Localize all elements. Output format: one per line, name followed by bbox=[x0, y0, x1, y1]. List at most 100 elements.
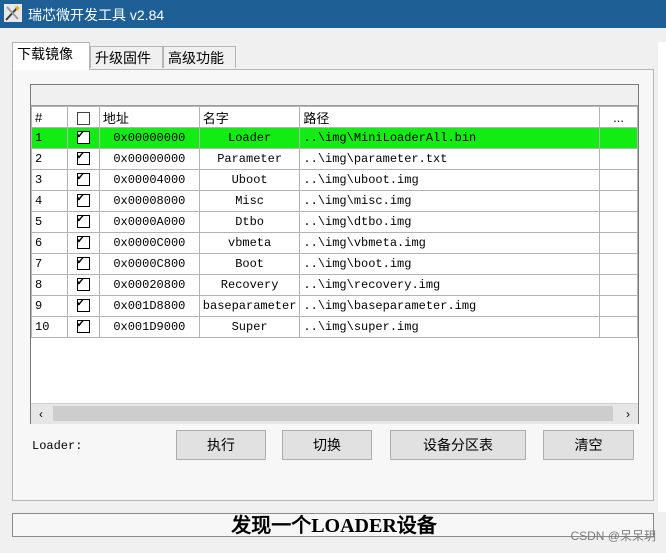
partition-table-button[interactable]: 设备分区表 bbox=[390, 430, 526, 460]
row-name[interactable]: baseparameter bbox=[198, 295, 301, 317]
row-address[interactable]: 0x00008000 bbox=[98, 190, 200, 212]
table-row[interactable]: 5 ✔ 0x0000A000 Dtbo ..\img\dtbo.img bbox=[31, 211, 638, 233]
row-address[interactable]: 0x00004000 bbox=[98, 169, 200, 191]
row-index[interactable]: 8 bbox=[31, 274, 68, 296]
row-path[interactable]: ..\img\super.img bbox=[299, 316, 601, 338]
row-name[interactable]: vbmeta bbox=[198, 232, 301, 254]
row-index[interactable]: 10 bbox=[31, 316, 68, 338]
header-path[interactable]: 路径 bbox=[299, 106, 601, 128]
table-row[interactable]: 7 ✔ 0x0000C800 Boot ..\img\boot.img bbox=[31, 253, 638, 275]
row-extra[interactable] bbox=[599, 190, 638, 212]
row-index[interactable]: 4 bbox=[31, 190, 68, 212]
scroll-right-arrow-icon[interactable]: › bbox=[619, 406, 637, 422]
horizontal-scrollbar[interactable]: ‹ › bbox=[31, 403, 638, 424]
row-extra[interactable] bbox=[599, 148, 638, 170]
header-checkbox[interactable] bbox=[66, 106, 100, 128]
table-row[interactable]: 1 ✔ 0x00000000 Loader ..\img\MiniLoaderAll.b… bbox=[31, 127, 638, 149]
table-row[interactable]: 3 ✔ 0x00004000 Uboot ..\img\uboot.img bbox=[31, 169, 638, 191]
row-index[interactable]: 6 bbox=[31, 232, 68, 254]
row-name[interactable]: Dtbo bbox=[198, 211, 301, 233]
table-row[interactable]: 8 ✔ 0x00020800 Recovery ..\img\recovery.img bbox=[31, 274, 638, 296]
clear-button[interactable]: 清空 bbox=[543, 430, 634, 460]
partition-list[interactable]: # 地址 名字 路径 ... 1 ✔ 0x00000000 Loader ..\img\… bbox=[30, 84, 639, 424]
row-checkbox[interactable]: ✔ bbox=[66, 211, 100, 233]
row-extra[interactable] bbox=[599, 295, 638, 317]
header-name[interactable]: 名字 bbox=[198, 106, 301, 128]
checkbox[interactable]: ✔ bbox=[76, 297, 90, 313]
row-path[interactable]: ..\img\parameter.txt bbox=[299, 148, 601, 170]
row-name[interactable]: Parameter bbox=[198, 148, 301, 170]
row-index[interactable]: 5 bbox=[31, 211, 68, 233]
switch-button[interactable]: 切换 bbox=[282, 430, 372, 460]
scrollbar-thumb[interactable] bbox=[53, 406, 613, 421]
row-path[interactable]: ..\img\recovery.img bbox=[299, 274, 601, 296]
row-path[interactable]: ..\img\vbmeta.img bbox=[299, 232, 601, 254]
header-address[interactable]: 地址 bbox=[98, 106, 200, 128]
row-address[interactable]: 0x001D8800 bbox=[98, 295, 200, 317]
row-name[interactable]: Boot bbox=[198, 253, 301, 275]
row-index[interactable]: 7 bbox=[31, 253, 68, 275]
row-address[interactable]: 0x00020800 bbox=[98, 274, 200, 296]
checkbox[interactable]: ✔ bbox=[76, 192, 90, 208]
row-extra[interactable] bbox=[599, 274, 638, 296]
table-row[interactable]: 10 ✔ 0x001D9000 Super ..\img\super.img bbox=[31, 316, 638, 338]
row-index[interactable]: 9 bbox=[31, 295, 68, 317]
row-address[interactable]: 0x0000C000 bbox=[98, 232, 200, 254]
run-button[interactable]: 执行 bbox=[176, 430, 266, 460]
row-checkbox[interactable]: ✔ bbox=[66, 127, 100, 149]
checkbox[interactable]: ✔ bbox=[76, 150, 90, 166]
row-address[interactable]: 0x0000C800 bbox=[98, 253, 200, 275]
row-address[interactable]: 0x00000000 bbox=[98, 127, 200, 149]
row-checkbox[interactable]: ✔ bbox=[66, 169, 100, 191]
row-extra[interactable] bbox=[599, 253, 638, 275]
tab-advanced[interactable]: 高级功能 bbox=[163, 46, 236, 68]
row-name[interactable]: Misc bbox=[198, 190, 301, 212]
row-address[interactable]: 0x00000000 bbox=[98, 148, 200, 170]
table-row[interactable]: 9 ✔ 0x001D8800 baseparameter ..\img\basepara… bbox=[31, 295, 638, 317]
checkbox[interactable]: ✔ bbox=[76, 255, 90, 271]
row-name[interactable]: Uboot bbox=[198, 169, 301, 191]
row-name[interactable]: Recovery bbox=[198, 274, 301, 296]
checkbox[interactable]: ✔ bbox=[76, 318, 90, 334]
row-name[interactable]: Loader bbox=[198, 127, 301, 149]
row-address[interactable]: 0x001D9000 bbox=[98, 316, 200, 338]
row-name[interactable]: Super bbox=[198, 316, 301, 338]
row-checkbox[interactable]: ✔ bbox=[66, 274, 100, 296]
row-extra[interactable] bbox=[599, 316, 638, 338]
scroll-left-arrow-icon[interactable]: ‹ bbox=[32, 406, 50, 422]
checkmark-icon: ✔ bbox=[76, 233, 85, 248]
header-index[interactable]: # bbox=[31, 106, 68, 128]
row-extra[interactable] bbox=[599, 211, 638, 233]
row-path[interactable]: ..\img\baseparameter.img bbox=[299, 295, 601, 317]
checkbox[interactable]: ✔ bbox=[76, 171, 90, 187]
row-path[interactable]: ..\img\boot.img bbox=[299, 253, 601, 275]
tab-upgrade-firmware[interactable]: 升级固件 bbox=[90, 46, 163, 68]
row-path[interactable]: ..\img\MiniLoaderAll.bin bbox=[299, 127, 601, 149]
checkbox[interactable]: ✔ bbox=[76, 129, 90, 145]
table-row[interactable]: 6 ✔ 0x0000C000 vbmeta ..\img\vbmeta.img bbox=[31, 232, 638, 254]
row-address[interactable]: 0x0000A000 bbox=[98, 211, 200, 233]
header-more[interactable]: ... bbox=[599, 106, 638, 128]
table-row[interactable]: 2 ✔ 0x00000000 Parameter ..\img\parameter.tx… bbox=[31, 148, 638, 170]
checkbox[interactable]: ✔ bbox=[76, 233, 90, 250]
checkbox[interactable]: ✔ bbox=[76, 213, 90, 229]
row-checkbox[interactable]: ✔ bbox=[66, 295, 100, 317]
row-extra[interactable] bbox=[599, 232, 638, 254]
row-path[interactable]: ..\img\uboot.img bbox=[299, 169, 601, 191]
select-all-checkbox[interactable] bbox=[76, 111, 90, 125]
row-checkbox[interactable]: ✔ bbox=[66, 148, 100, 170]
tab-download-image[interactable]: 下载镜像 bbox=[12, 42, 90, 70]
row-index[interactable]: 3 bbox=[31, 169, 68, 191]
row-checkbox[interactable]: ✔ bbox=[66, 316, 100, 338]
row-path[interactable]: ..\img\misc.img bbox=[299, 190, 601, 212]
row-extra[interactable] bbox=[599, 127, 638, 149]
checkbox[interactable]: ✔ bbox=[76, 276, 90, 292]
row-checkbox[interactable]: ✔ bbox=[66, 253, 100, 275]
table-row[interactable]: 4 ✔ 0x00008000 Misc ..\img\misc.img bbox=[31, 190, 638, 212]
row-checkbox[interactable]: ✔ bbox=[66, 232, 100, 254]
row-path[interactable]: ..\img\dtbo.img bbox=[299, 211, 601, 233]
row-extra[interactable] bbox=[599, 169, 638, 191]
row-checkbox[interactable]: ✔ bbox=[66, 190, 100, 212]
row-index[interactable]: 1 bbox=[31, 127, 68, 149]
row-index[interactable]: 2 bbox=[31, 148, 68, 170]
